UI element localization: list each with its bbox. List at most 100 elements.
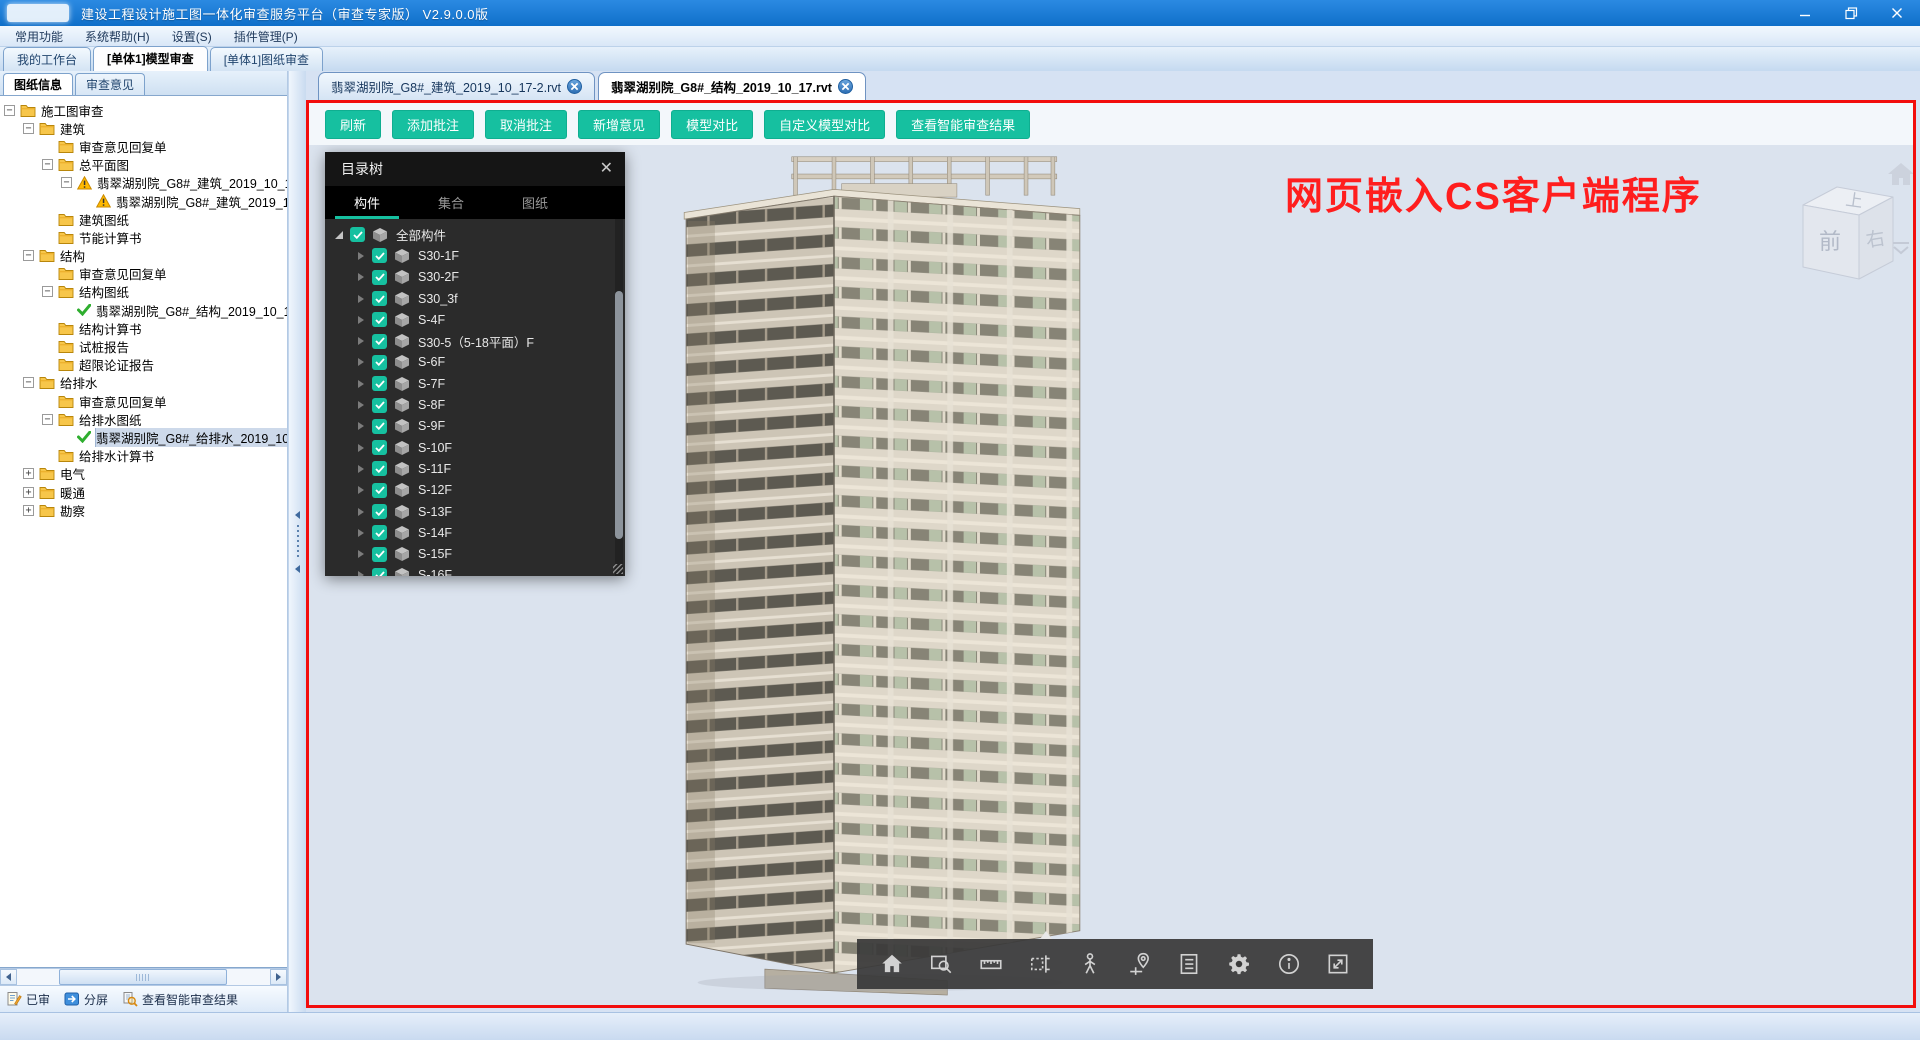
checkbox-checked[interactable] — [372, 568, 387, 576]
checkbox-checked[interactable] — [372, 525, 387, 540]
menu-item[interactable]: 设置(S) — [161, 26, 223, 46]
info-icon[interactable] — [1272, 947, 1306, 981]
checkbox-checked[interactable] — [372, 547, 387, 562]
catalog-item[interactable]: S-10F — [325, 437, 625, 458]
left-panel-tab[interactable]: 图纸信息 — [3, 73, 73, 95]
catalog-scrollbar-thumb[interactable] — [615, 291, 623, 539]
collapsed-arrow-icon[interactable] — [358, 444, 364, 452]
checkbox-checked[interactable] — [372, 419, 387, 434]
close-tab-icon[interactable] — [838, 79, 853, 94]
expand-toggle-icon[interactable]: + — [23, 487, 34, 498]
collapsed-arrow-icon[interactable] — [358, 550, 364, 558]
measure-ruler-icon[interactable] — [974, 947, 1008, 981]
tree-item[interactable]: 翡翠湖别院_G8#_给排水_2019_10_17 — [0, 428, 287, 446]
close-icon[interactable] — [1874, 0, 1920, 26]
status-action-已审[interactable]: 已审 — [6, 991, 50, 1008]
tree-horizontal-scrollbar[interactable] — [0, 968, 287, 985]
collapse-toggle-icon[interactable]: − — [23, 123, 34, 134]
catalog-item[interactable]: S-16F — [325, 565, 625, 576]
collapse-toggle-icon[interactable]: − — [61, 177, 72, 188]
catalog-item[interactable]: S-8F — [325, 394, 625, 415]
catalog-item[interactable]: S-15F — [325, 543, 625, 564]
cube-face-top[interactable]: 上 — [1844, 190, 1863, 211]
tree-item[interactable]: 翡翠湖别院_G8#_建筑_2019_10_1 — [0, 192, 287, 210]
scroll-left-arrow-icon[interactable] — [0, 969, 17, 985]
review-button[interactable]: 添加批注 — [392, 110, 474, 139]
settings-gear-icon[interactable] — [1222, 947, 1256, 981]
collapsed-arrow-icon[interactable] — [358, 337, 364, 345]
fullscreen-icon[interactable] — [1321, 947, 1355, 981]
collapsed-arrow-icon[interactable] — [358, 273, 364, 281]
review-button[interactable]: 取消批注 — [485, 110, 567, 139]
restore-icon[interactable] — [1828, 0, 1874, 26]
model-viewer-canvas[interactable]: 网页嵌入CS客户端程序 目录树 ✕ 构件集合图纸 全部构件S30-1FS30-2… — [309, 145, 1913, 1005]
checkbox-checked[interactable] — [372, 355, 387, 370]
catalog-tab[interactable]: 构件 — [325, 186, 409, 219]
splitter-grip[interactable] — [297, 525, 299, 559]
review-button[interactable]: 新增意见 — [578, 110, 660, 139]
home-view-icon[interactable] — [1886, 161, 1913, 187]
collapse-toggle-icon[interactable]: − — [4, 105, 15, 116]
catalog-tab[interactable]: 集合 — [409, 186, 493, 219]
collapsed-arrow-icon[interactable] — [358, 529, 364, 537]
catalog-item[interactable]: S30-5（5-18平面）F — [325, 330, 625, 351]
tree-item[interactable]: 超限论证报告 — [0, 356, 287, 374]
document-tab[interactable]: 翡翠湖别院_G8#_结构_2019_10_17.rvt — [598, 72, 866, 100]
tree-item[interactable]: −给排水 — [0, 374, 287, 392]
checkbox-checked[interactable] — [372, 376, 387, 391]
menu-item[interactable]: 系统帮助(H) — [74, 26, 161, 46]
expand-toggle-icon[interactable]: + — [23, 505, 34, 516]
collapsed-arrow-icon[interactable] — [358, 401, 364, 409]
workspace-tab[interactable]: [单体1]模型审查 — [93, 46, 208, 71]
catalog-item[interactable]: S30_3f — [325, 288, 625, 309]
catalog-panel-header[interactable]: 目录树 ✕ — [325, 152, 625, 186]
tree-item[interactable]: +勘察 — [0, 501, 287, 519]
tree-item[interactable]: 建筑图纸 — [0, 210, 287, 228]
collapsed-arrow-icon[interactable] — [358, 295, 364, 303]
collapsed-arrow-icon[interactable] — [358, 252, 364, 260]
catalog-item[interactable]: S-14F — [325, 522, 625, 543]
walk-mode-icon[interactable] — [1073, 947, 1107, 981]
tree-item[interactable]: 审查意见回复单 — [0, 137, 287, 155]
catalog-item[interactable]: S-9F — [325, 416, 625, 437]
collapsed-arrow-icon[interactable] — [358, 486, 364, 494]
status-action-查看智能审查结果[interactable]: 查看智能审查结果 — [122, 991, 238, 1008]
scrollbar-track[interactable] — [17, 969, 270, 985]
cube-face-front[interactable]: 前 — [1819, 229, 1841, 254]
collapsed-arrow-icon[interactable] — [358, 465, 364, 473]
tree-item[interactable]: −给排水图纸 — [0, 410, 287, 428]
catalog-item[interactable]: S-13F — [325, 501, 625, 522]
tree-item[interactable]: 结构计算书 — [0, 319, 287, 337]
tree-item[interactable]: −结构 — [0, 247, 287, 265]
workspace-tab[interactable]: [单体1]图纸审查 — [210, 47, 323, 71]
tree-item[interactable]: 节能计算书 — [0, 228, 287, 246]
review-button[interactable]: 刷新 — [325, 110, 381, 139]
tree-item[interactable]: −翡翠湖别院_G8#_建筑_2019_10_17. r — [0, 174, 287, 192]
collapse-toggle-icon[interactable]: − — [42, 159, 53, 170]
collapsed-arrow-icon[interactable] — [358, 571, 364, 576]
collapse-toggle-icon[interactable]: − — [23, 377, 34, 388]
review-button[interactable]: 模型对比 — [671, 110, 753, 139]
collapsed-arrow-icon[interactable] — [358, 358, 364, 366]
collapsed-arrow-icon[interactable] — [358, 316, 364, 324]
catalog-item[interactable]: S-11F — [325, 458, 625, 479]
collapse-toggle-icon[interactable]: − — [42, 414, 53, 425]
catalog-item[interactable]: S30-2F — [325, 267, 625, 288]
checkbox-checked[interactable] — [372, 398, 387, 413]
catalog-tab[interactable]: 图纸 — [493, 186, 577, 219]
checkbox-checked[interactable] — [350, 227, 365, 242]
checkbox-checked[interactable] — [372, 334, 387, 349]
viewpoint-pin-icon[interactable] — [1123, 947, 1157, 981]
status-action-分屏[interactable]: 分屏 — [64, 991, 108, 1008]
checkbox-checked[interactable] — [372, 270, 387, 285]
collapsed-arrow-icon[interactable] — [358, 422, 364, 430]
workspace-tab[interactable]: 我的工作台 — [3, 47, 91, 71]
panel-splitter[interactable] — [288, 71, 306, 1012]
catalog-item[interactable]: S30-1F — [325, 245, 625, 266]
tree-item[interactable]: −总平面图 — [0, 156, 287, 174]
close-tab-icon[interactable] — [567, 79, 582, 94]
resize-handle[interactable] — [613, 564, 623, 574]
collapsed-arrow-icon[interactable] — [358, 508, 364, 516]
cube-menu-chevron-icon[interactable] — [1889, 241, 1913, 255]
catalog-item[interactable]: S-6F — [325, 352, 625, 373]
